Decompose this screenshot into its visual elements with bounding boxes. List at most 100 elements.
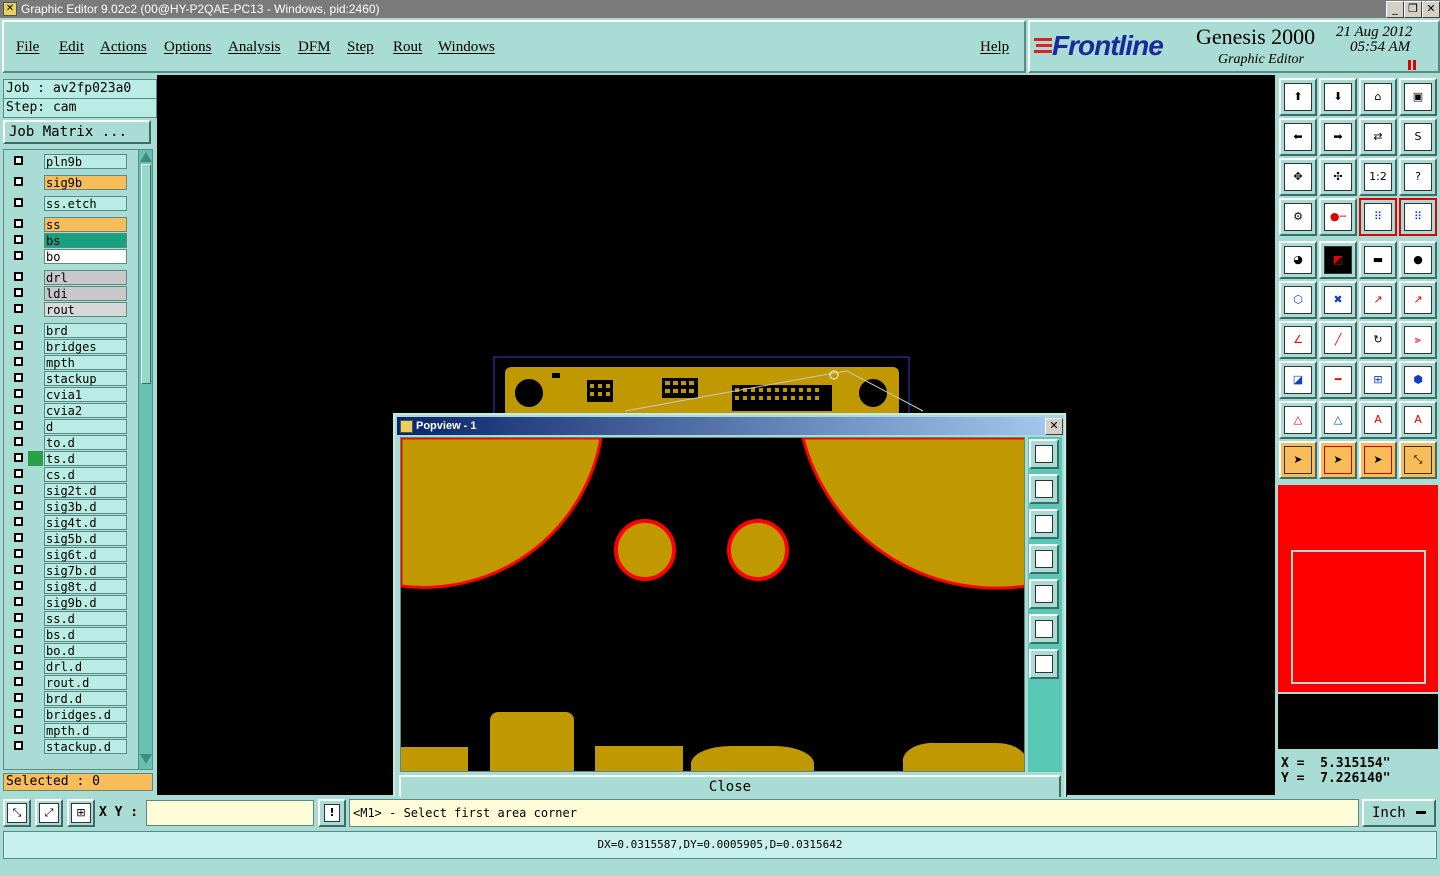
- layer-checkbox[interactable]: [14, 235, 23, 244]
- layer-name[interactable]: bs.d: [44, 627, 127, 642]
- layer-name[interactable]: rout.d: [44, 675, 127, 690]
- toolbar-button-net-a[interactable]: ⠿: [1359, 198, 1397, 236]
- layer-name[interactable]: sig9b: [44, 175, 127, 190]
- layer-affected-toggle[interactable]: [10, 435, 43, 450]
- layer-affected-toggle[interactable]: [10, 675, 43, 690]
- layer-affected-toggle[interactable]: [10, 531, 43, 546]
- menu-actions[interactable]: Actions: [100, 39, 147, 56]
- layer-checkbox[interactable]: [14, 421, 23, 430]
- layer-row[interactable]: cs.d: [10, 467, 128, 482]
- layer-checkbox[interactable]: [14, 517, 23, 526]
- layer-affected-toggle[interactable]: [10, 611, 43, 626]
- layer-row[interactable]: cvia2: [10, 403, 128, 418]
- layer-affected-toggle[interactable]: [10, 154, 43, 169]
- layer-checkbox[interactable]: [14, 453, 23, 462]
- layer-name[interactable]: ts.d: [44, 451, 127, 466]
- layer-checkbox[interactable]: [14, 677, 23, 686]
- toolbar-button-mirror[interactable]: ⇄: [1359, 118, 1397, 156]
- toolbar-button-pan-right[interactable]: ➡: [1319, 118, 1357, 156]
- layer-name[interactable]: brd.d: [44, 691, 127, 706]
- layer-checkbox[interactable]: [14, 549, 23, 558]
- toolbar-button-pan-left[interactable]: ⬅: [1279, 118, 1317, 156]
- layer-affected-toggle[interactable]: [10, 515, 43, 530]
- toolbar-button-snake[interactable]: S: [1399, 118, 1437, 156]
- layer-row[interactable]: sig7b.d: [10, 563, 128, 578]
- layer-name[interactable]: cvia1: [44, 387, 127, 402]
- toolbar-button-line[interactable]: ╱: [1319, 321, 1357, 359]
- popview-up-button[interactable]: [1029, 474, 1059, 504]
- menu-file[interactable]: File: [16, 39, 39, 56]
- layer-affected-toggle[interactable]: [10, 249, 43, 264]
- layer-affected-toggle[interactable]: [10, 286, 43, 301]
- scroll-thumb[interactable]: [141, 164, 151, 384]
- layer-name[interactable]: drl.d: [44, 659, 127, 674]
- layer-name[interactable]: sig4t.d: [44, 515, 127, 530]
- layer-checkbox[interactable]: [14, 725, 23, 734]
- toolbar-button-measure[interactable]: ⊞: [1359, 361, 1397, 399]
- layer-name[interactable]: drl: [44, 270, 127, 285]
- toolbar-button-zoom-center[interactable]: ✣: [1319, 158, 1357, 196]
- restore-button[interactable]: ❐: [1404, 1, 1422, 18]
- layer-name[interactable]: d: [44, 419, 127, 434]
- layer-name[interactable]: cs.d: [44, 467, 127, 482]
- layer-checkbox[interactable]: [14, 373, 23, 382]
- layer-row[interactable]: bo: [10, 249, 128, 264]
- popview-zoom-fit-button[interactable]: [1029, 614, 1059, 644]
- popview-right-button[interactable]: [1029, 579, 1059, 609]
- layer-affected-toggle[interactable]: [10, 707, 43, 722]
- layer-row[interactable]: mpth: [10, 355, 128, 370]
- layer-affected-toggle[interactable]: [10, 419, 43, 434]
- menu-edit[interactable]: Edit: [59, 39, 84, 56]
- layer-row[interactable]: ss.d: [10, 611, 128, 626]
- toolbar-button-home-down[interactable]: ⬇: [1319, 78, 1357, 116]
- layer-row[interactable]: bs: [10, 233, 128, 248]
- popview-close-x-button[interactable]: ✕: [1045, 418, 1063, 435]
- layer-name[interactable]: ss.etch: [44, 196, 127, 211]
- layer-name[interactable]: cvia2: [44, 403, 127, 418]
- popview-zoom-center-button[interactable]: [1029, 649, 1059, 679]
- layer-checkbox[interactable]: [14, 288, 23, 297]
- layer-row[interactable]: rout.d: [10, 675, 128, 690]
- layer-row[interactable]: sig2t.d: [10, 483, 128, 498]
- layer-row[interactable]: sig8t.d: [10, 579, 128, 594]
- popview-close-button[interactable]: Close: [399, 775, 1061, 799]
- toolbar-button-group[interactable]: ⬢: [1399, 361, 1437, 399]
- layer-name[interactable]: pln9b: [44, 154, 127, 169]
- menu-windows[interactable]: Windows: [438, 39, 495, 56]
- toolbar-button-pad[interactable]: ●: [1399, 241, 1437, 279]
- toolbar-button-triangle-a[interactable]: △: [1279, 401, 1317, 439]
- layer-name[interactable]: sig6t.d: [44, 547, 127, 562]
- layer-name[interactable]: bo: [44, 249, 127, 264]
- warning-button[interactable]: !: [318, 799, 346, 827]
- layer-row[interactable]: bo.d: [10, 643, 128, 658]
- layer-affected-toggle[interactable]: [10, 451, 43, 466]
- scroll-up-icon[interactable]: [140, 152, 152, 162]
- layer-name[interactable]: sig8t.d: [44, 579, 127, 594]
- layer-checkbox[interactable]: [14, 709, 23, 718]
- toolbar-button-ruler[interactable]: ▬: [1359, 241, 1397, 279]
- layer-affected-toggle[interactable]: [10, 371, 43, 386]
- layer-row[interactable]: bridges: [10, 339, 128, 354]
- layer-row[interactable]: sig5b.d: [10, 531, 128, 546]
- toolbar-button-connect[interactable]: ⬡: [1279, 281, 1317, 319]
- layer-row[interactable]: ldi: [10, 286, 128, 301]
- layer-checkbox[interactable]: [14, 219, 23, 228]
- layer-affected-toggle[interactable]: [10, 175, 43, 190]
- close-window-button[interactable]: ✕: [1422, 1, 1440, 18]
- toolbar-button-triangle-d[interactable]: A: [1399, 401, 1437, 439]
- toolbar-button-probe[interactable]: ●─: [1319, 198, 1357, 236]
- layer-name[interactable]: mpth.d: [44, 723, 127, 738]
- layer-checkbox[interactable]: [14, 325, 23, 334]
- layer-row[interactable]: sig6t.d: [10, 547, 128, 562]
- layer-affected-toggle[interactable]: [10, 499, 43, 514]
- layer-row[interactable]: drl.d: [10, 659, 128, 674]
- layer-affected-toggle[interactable]: [10, 483, 43, 498]
- layer-checkbox[interactable]: [14, 533, 23, 542]
- minimize-button[interactable]: _: [1386, 1, 1404, 18]
- menu-options[interactable]: Options: [164, 39, 212, 56]
- toolbar-button-home[interactable]: ⌂: [1359, 78, 1397, 116]
- layer-checkbox[interactable]: [14, 304, 23, 313]
- menu-help[interactable]: Help: [980, 39, 1009, 56]
- layer-row[interactable]: ts.d: [10, 451, 128, 466]
- layer-affected-toggle[interactable]: [10, 270, 43, 285]
